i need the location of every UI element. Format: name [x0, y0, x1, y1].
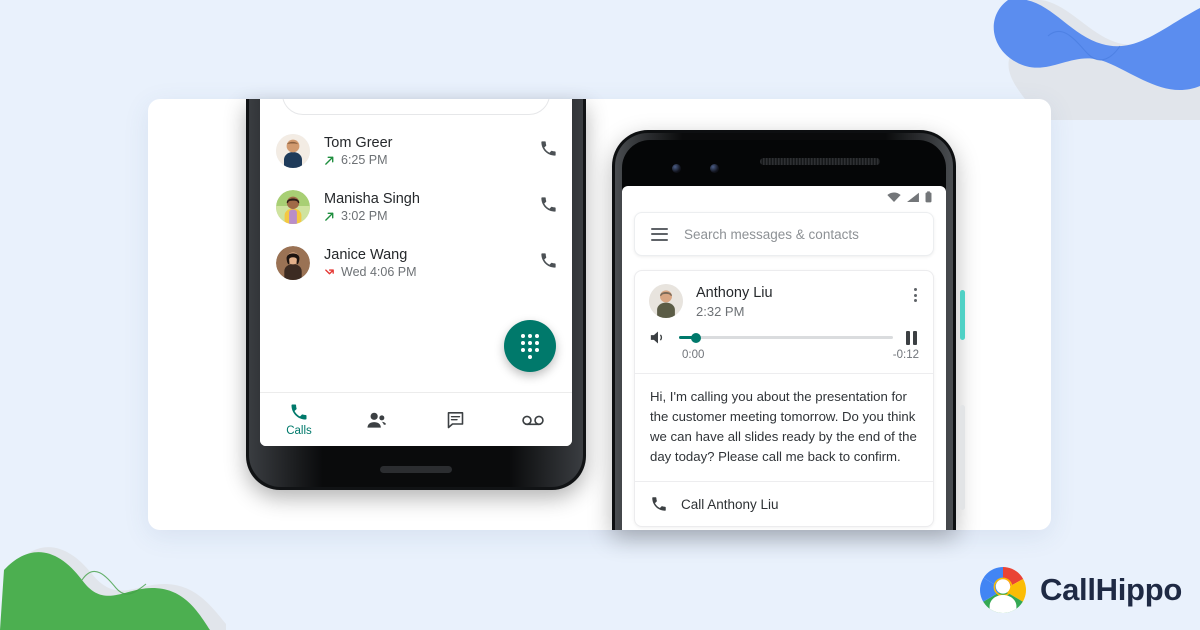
brand-name: CallHippo	[1040, 572, 1182, 607]
outgoing-call-arrow-icon	[325, 156, 334, 165]
pause-icon[interactable]	[904, 330, 919, 346]
phone-icon[interactable]	[531, 195, 558, 219]
earpiece-speaker	[760, 158, 880, 165]
voicemail-timestamp: 2:32 PM	[696, 304, 745, 319]
voicemail-icon	[522, 415, 544, 425]
callhippo-logo-icon	[980, 567, 1026, 613]
battery-icon	[925, 191, 932, 203]
call-meta: Manisha Singh 3:02 PM	[324, 191, 531, 224]
bottom-navigation: Calls	[260, 392, 572, 446]
scrollbar-thumb-accent[interactable]	[960, 290, 965, 340]
playback-elapsed: 0:00	[682, 349, 705, 361]
recent-calls-list: Tom Greer 6:25 PM Manisha Singh 3:02 PM …	[260, 123, 572, 291]
scrollbar-track[interactable]	[960, 405, 965, 510]
table-row[interactable]: Janice Wang Wed 4:06 PM	[260, 235, 572, 291]
call-subtitle: 6:25 PM	[324, 153, 531, 168]
dialer-search-bar-partial[interactable]	[282, 99, 550, 115]
contact-name: Tom Greer	[324, 134, 393, 151]
playback-remaining: -0:12	[892, 349, 919, 361]
nav-label-calls: Calls	[286, 424, 312, 437]
front-sensor-area	[622, 140, 946, 192]
call-meta: Tom Greer 6:25 PM	[324, 135, 531, 168]
voicemail-card[interactable]: Anthony Liu 2:32 PM 0:00 -0:12 Hi, I'm c…	[634, 270, 934, 527]
status-bar	[622, 186, 946, 208]
nav-item-contacts[interactable]	[338, 393, 416, 446]
outgoing-call-arrow-icon	[325, 212, 334, 221]
phone-icon[interactable]	[531, 251, 558, 275]
voicemail-contact-block: Anthony Liu 2:32 PM	[696, 284, 912, 320]
avatar	[276, 246, 310, 280]
avatar	[276, 190, 310, 224]
search-input[interactable]: Search messages & contacts	[634, 212, 934, 256]
speaker-icon[interactable]	[649, 329, 668, 346]
phone-icon	[652, 497, 666, 511]
left-phone-device: Tom Greer 6:25 PM Manisha Singh 3:02 PM …	[246, 99, 586, 490]
screenshot-canvas: Tom Greer 6:25 PM Manisha Singh 3:02 PM …	[0, 0, 1200, 630]
front-camera-icon	[672, 164, 681, 173]
messages-icon	[447, 411, 463, 428]
voicemail-player	[635, 320, 933, 346]
search-placeholder: Search messages & contacts	[684, 226, 859, 242]
call-meta: Janice Wang Wed 4:06 PM	[324, 247, 531, 280]
kebab-menu-icon[interactable]	[912, 284, 919, 306]
call-back-label: Call Anthony Liu	[681, 496, 779, 512]
contact-name: Manisha Singh	[324, 190, 420, 207]
call-time: 3:02 PM	[341, 208, 388, 223]
wifi-icon	[887, 192, 901, 202]
avatar	[649, 284, 683, 318]
hamburger-menu-icon[interactable]	[651, 227, 668, 241]
call-subtitle: 3:02 PM	[324, 209, 531, 224]
avatar	[276, 134, 310, 168]
missed-call-arrow-icon	[325, 268, 334, 274]
dialpad-icon	[521, 333, 539, 359]
playback-slider[interactable]	[679, 331, 893, 345]
phone-icon[interactable]	[531, 139, 558, 163]
nav-item-messages[interactable]	[416, 393, 494, 446]
playback-knob[interactable]	[691, 332, 702, 343]
table-row[interactable]: Manisha Singh 3:02 PM	[260, 179, 572, 235]
contacts-icon	[367, 412, 387, 428]
contact-name: Janice Wang	[324, 246, 408, 263]
left-phone-screen: Tom Greer 6:25 PM Manisha Singh 3:02 PM …	[260, 99, 572, 446]
call-subtitle: Wed 4:06 PM	[324, 265, 531, 280]
playback-times: 0:00 -0:12	[635, 346, 933, 373]
dialpad-fab-button[interactable]	[504, 320, 556, 372]
call-back-button[interactable]: Call Anthony Liu	[635, 481, 933, 526]
call-time: Wed 4:06 PM	[341, 264, 417, 279]
right-phone-screen: Search messages & contacts Anthony Liu 2…	[622, 186, 946, 530]
voicemail-header: Anthony Liu 2:32 PM	[635, 271, 933, 320]
right-phone-device: Search messages & contacts Anthony Liu 2…	[612, 130, 965, 530]
brand-logo: CallHippo	[979, 566, 1182, 614]
signal-icon	[907, 192, 919, 202]
nav-item-voicemail[interactable]	[494, 393, 572, 446]
front-camera-secondary-icon	[710, 164, 719, 173]
playback-track	[679, 336, 893, 339]
table-row[interactable]: Tom Greer 6:25 PM	[260, 123, 572, 179]
home-indicator-bar	[380, 466, 452, 473]
phone-icon	[291, 404, 307, 419]
contact-name: Anthony Liu	[696, 285, 773, 301]
call-time: 6:25 PM	[341, 152, 388, 167]
nav-item-calls[interactable]: Calls	[260, 393, 338, 446]
voicemail-transcript: Hi, I'm calling you about the presentati…	[635, 373, 933, 481]
decorative-green-wave	[0, 547, 226, 630]
